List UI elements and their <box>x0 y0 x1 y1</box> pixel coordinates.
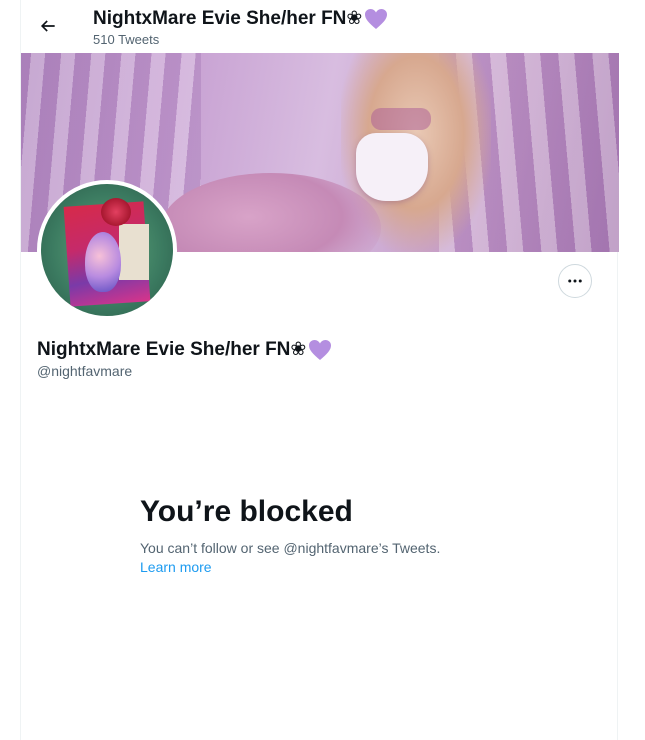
profile-avatar[interactable] <box>37 180 177 320</box>
tweet-count: 510 Tweets <box>93 32 160 47</box>
header-title-text: NightxMare Evie She/her FN❀ <box>93 8 363 29</box>
avatar-figure <box>85 232 121 292</box>
banner-eyes <box>371 108 431 130</box>
main-column: NightxMare Evie She/her FN❀ 510 Tweets N… <box>20 0 619 740</box>
more-button[interactable] <box>558 264 592 298</box>
banner-mask <box>356 133 428 201</box>
blocked-notice: You’re blocked You can’t follow or see @… <box>140 494 500 577</box>
learn-more-link[interactable]: Learn more <box>140 557 212 577</box>
more-horizontal-icon <box>568 279 582 283</box>
purple-heart-icon <box>309 339 332 360</box>
back-button[interactable] <box>33 11 63 41</box>
blocked-title: You’re blocked <box>140 495 353 528</box>
purple-heart-icon <box>365 8 388 29</box>
profile-page: NightxMare Evie She/her FN❀ 510 Tweets N… <box>0 0 645 740</box>
profile-display-name: NightxMare Evie She/her FN❀ <box>37 338 332 361</box>
blocked-message: You can’t follow or see @nightfavmare’s … <box>140 540 441 556</box>
profile-display-name-text: NightxMare Evie She/her FN❀ <box>37 339 307 360</box>
top-header: NightxMare Evie She/her FN❀ 510 Tweets <box>21 0 619 53</box>
header-title: NightxMare Evie She/her FN❀ <box>93 7 388 30</box>
profile-handle: @nightfavmare <box>37 363 133 379</box>
avatar-rose <box>101 198 131 226</box>
avatar-note <box>119 224 149 280</box>
arrow-left-icon <box>40 20 55 32</box>
